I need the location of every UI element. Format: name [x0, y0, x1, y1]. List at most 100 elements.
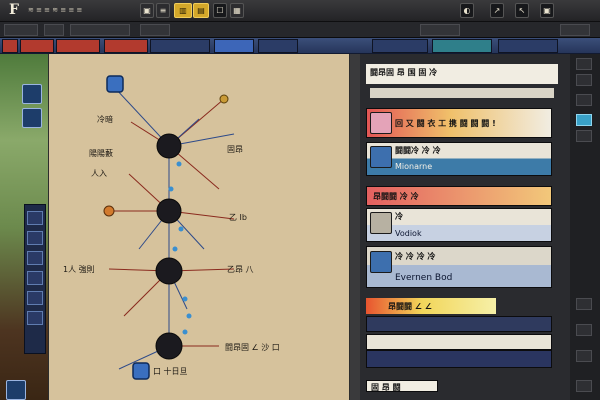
collapse-button[interactable]: ↖	[515, 3, 529, 18]
dock-slot[interactable]	[27, 291, 43, 305]
tab-4[interactable]	[104, 39, 148, 53]
layers-icon[interactable]	[22, 84, 42, 104]
card-footer[interactable]: 固 昂 闘	[366, 380, 438, 392]
toolbar-button-active-2[interactable]: ▤	[193, 3, 209, 18]
toolbar-button-3[interactable]: ☐	[213, 3, 227, 18]
dot-3	[178, 226, 184, 232]
card-row[interactable]	[366, 334, 552, 350]
dock-slot[interactable]	[27, 211, 43, 225]
tab-7[interactable]	[258, 39, 298, 53]
panel-title-text: 闘昂固 昂 国 固 冷	[370, 68, 438, 77]
diagram-label: 乙 Ib	[229, 213, 247, 222]
gold-node-icon	[219, 94, 229, 104]
properties-icon[interactable]	[22, 108, 42, 128]
dock-slot[interactable]	[27, 271, 43, 285]
tab-10[interactable]	[498, 39, 558, 53]
tool-button[interactable]	[576, 94, 592, 106]
strip-cell[interactable]	[140, 24, 170, 36]
dot-4	[172, 246, 178, 252]
diagram-label: 陽陽藪	[89, 149, 113, 158]
card-title: 冷	[395, 212, 403, 221]
window-button[interactable]: ▣	[540, 3, 554, 18]
panel-subtitle-bar	[370, 88, 554, 98]
tool-button[interactable]	[576, 58, 592, 70]
diagram-graphic	[103, 75, 235, 380]
card-profile[interactable]: 冷 冷 冷 冷 Evernen Bod	[366, 246, 552, 288]
tool-button[interactable]	[576, 130, 592, 142]
node-1	[156, 133, 182, 159]
toolbar-button-2[interactable]: ≡	[156, 3, 170, 18]
tab-8[interactable]	[372, 39, 428, 53]
orange-node-icon	[103, 205, 115, 217]
dot-2	[168, 186, 174, 192]
user-icon	[370, 146, 392, 168]
diagram-label: 闘昂固 ∠ 沙 口	[225, 343, 280, 352]
panel-splitter[interactable]	[350, 54, 360, 400]
node-3	[155, 257, 183, 285]
panel-title: 闘昂固 昂 国 固 冷	[366, 64, 558, 98]
secondary-toolbar	[0, 22, 600, 38]
toolbar-button-4[interactable]: ▦	[230, 3, 244, 18]
view-toggle-button[interactable]: ◐	[460, 3, 474, 18]
node-4	[155, 332, 183, 360]
image-icon	[370, 212, 392, 234]
tab-2[interactable]	[20, 39, 54, 53]
diagram-label: 乙昂 八	[227, 265, 254, 274]
strip-cell[interactable]	[4, 24, 38, 36]
expand-button[interactable]: ↗	[490, 3, 504, 18]
toolbar-button-1[interactable]: ▣	[140, 3, 154, 18]
strip-cell[interactable]	[44, 24, 64, 36]
diagram-label: 人入	[91, 169, 107, 178]
strip-cell[interactable]	[560, 24, 590, 36]
tab-bar	[0, 38, 600, 54]
tab-3[interactable]	[56, 39, 100, 53]
tab-6[interactable]	[214, 39, 254, 53]
tab-1[interactable]	[2, 39, 18, 53]
tool-button-active[interactable]	[576, 114, 592, 126]
diagram-label: 冷暗	[97, 115, 113, 124]
dot-7	[182, 329, 188, 335]
tool-button[interactable]	[576, 74, 592, 86]
tool-button[interactable]	[576, 380, 592, 392]
title-bar: F ≋ ≡ ≡ ≋ ≡ ≡ ≡ ▣ ≡ ▥ ▤ ☐ ▦ ◐ ↗ ↖ ▣	[0, 0, 600, 22]
card-text: Mionarne	[395, 162, 433, 171]
tool-button[interactable]	[576, 324, 592, 336]
card-text: Evernen Bod	[395, 273, 453, 283]
tab-5[interactable]	[150, 39, 210, 53]
app-logo[interactable]: F	[3, 2, 25, 20]
card-warning[interactable]: 昂闘闘 冷 冷	[366, 186, 552, 206]
tab-9[interactable]	[432, 39, 492, 53]
app-menu[interactable]: ≋ ≡ ≡ ≋ ≡ ≡ ≡	[28, 6, 82, 14]
strip-cell[interactable]	[70, 24, 130, 36]
card-highlight[interactable]: 昂闘闘 ∠ ∠	[366, 298, 552, 314]
tool-button[interactable]	[576, 350, 592, 362]
dock-slot[interactable]	[27, 231, 43, 245]
card-text: 固 昂 闘	[371, 383, 401, 392]
card-alert[interactable]: 回 又 闘 衣 工 携 闘 闘 闘 !	[366, 108, 552, 138]
diagram-label: 1人 強則	[63, 265, 95, 274]
dock-toolbar	[24, 204, 46, 354]
diagram-canvas[interactable]: 冷暗 陽陽藪 人入 固昂 乙 Ib 1人 強則 乙昂 八 闘昂固 ∠ 沙 口 口…	[48, 54, 350, 400]
right-toolbar	[570, 54, 600, 400]
dot-5	[182, 296, 188, 302]
alert-icon	[370, 112, 392, 134]
card-title: 冷 冷 冷 冷	[395, 252, 436, 261]
node-2	[156, 198, 182, 224]
card-row[interactable]	[366, 316, 552, 332]
tool-button[interactable]	[576, 298, 592, 310]
strip-cell[interactable]	[420, 24, 460, 36]
dot-1	[176, 161, 182, 167]
dock-slot[interactable]	[27, 311, 43, 325]
card-title: 昂闘闘 ∠ ∠	[388, 302, 432, 311]
diagram-label: 固昂	[227, 145, 243, 154]
card-item[interactable]: 冷 Vodiok	[366, 208, 552, 242]
toolbar-button-active[interactable]: ▥	[174, 3, 192, 18]
diagram-label: 口 十日旦	[153, 367, 188, 376]
bottom-dock-icon[interactable]	[6, 380, 26, 400]
card-row[interactable]	[366, 350, 552, 368]
left-dock	[0, 54, 48, 400]
card-user[interactable]: 闘闘冷 冷 冷 Mionarne	[366, 142, 552, 176]
dock-slot[interactable]	[27, 251, 43, 265]
card-title: 昂闘闘 冷 冷	[373, 192, 419, 201]
start-node-icon	[106, 75, 124, 93]
